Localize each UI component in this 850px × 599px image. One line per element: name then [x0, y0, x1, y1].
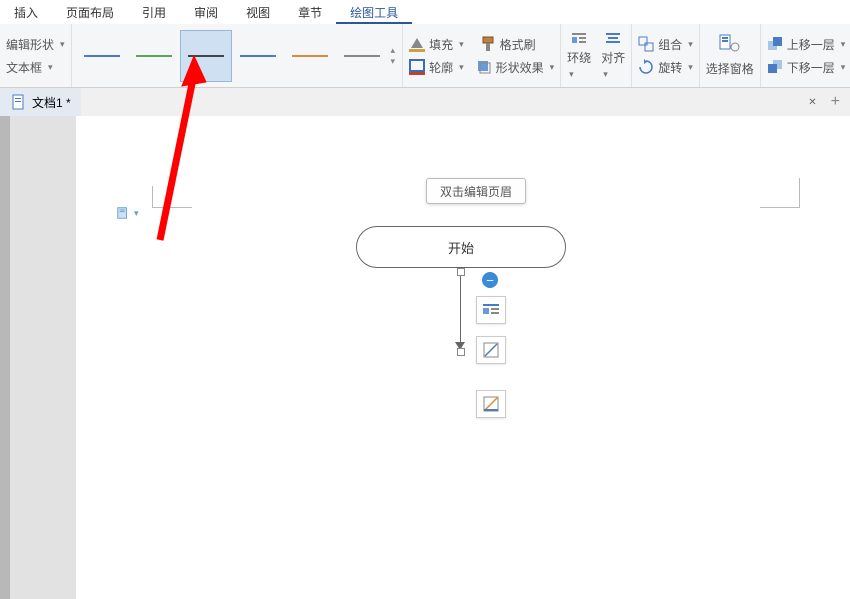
style-swatch-5[interactable]: [284, 30, 336, 82]
tab-layout[interactable]: 页面布局: [52, 0, 128, 24]
ribbon: 编辑形状▾ 文本框▾ ▴ ▾ 填充▾ 格式刷 轮廓▾: [0, 24, 850, 88]
style-swatch-1[interactable]: [76, 30, 128, 82]
doc-tab-add[interactable]: +: [821, 93, 850, 111]
ribbon-group-order: 上移一层▾ 下移一层▾: [761, 24, 850, 87]
tab-reference[interactable]: 引用: [128, 0, 180, 24]
select-pane-icon: [719, 34, 741, 54]
doc-tab-name: 文档1 *: [32, 94, 71, 111]
bring-forward-button[interactable]: 上移一层: [787, 36, 835, 53]
workspace: ▾ 双击编辑页眉 开始 −: [0, 116, 850, 599]
select-pane-button[interactable]: 选择窗格: [706, 60, 754, 77]
menu-tabs: 插入 页面布局 引用 审阅 视图 章节 绘图工具: [0, 0, 850, 24]
page-gutter: [0, 116, 76, 599]
outline-icon: [409, 59, 425, 75]
layout-option-behind[interactable]: [476, 390, 506, 418]
format-painter-button[interactable]: 格式刷: [500, 36, 536, 53]
header-margin-right: [760, 178, 800, 208]
tab-insert[interactable]: 插入: [0, 0, 52, 24]
wrap-button[interactable]: 环绕▾: [567, 31, 591, 80]
page-canvas[interactable]: ▾ 双击编辑页眉 开始 −: [76, 116, 850, 599]
fill-icon: [409, 36, 425, 52]
rotate-button[interactable]: 旋转: [658, 59, 682, 76]
rotate-icon: [638, 59, 654, 75]
shape-effect-icon: [476, 59, 492, 75]
tab-review[interactable]: 审阅: [180, 0, 232, 24]
send-backward-icon: [767, 59, 783, 75]
ribbon-group-arrange: 环绕▾ 对齐▾: [561, 24, 632, 87]
style-swatch-3[interactable]: [180, 30, 232, 82]
tab-view[interactable]: 视图: [232, 0, 284, 24]
ribbon-group-shape: 编辑形状▾ 文本框▾: [0, 24, 72, 87]
group-icon: [638, 36, 654, 52]
style-gallery: ▴ ▾: [76, 30, 399, 82]
style-swatch-6[interactable]: [336, 30, 388, 82]
header-margin-left: [152, 186, 192, 208]
header-edit-banner[interactable]: 双击编辑页眉: [426, 178, 526, 204]
ribbon-group-selection: 选择窗格: [700, 24, 761, 87]
send-backward-button[interactable]: 下移一层: [787, 59, 835, 76]
align-button[interactable]: 对齐▾: [601, 31, 625, 80]
bring-forward-icon: [767, 36, 783, 52]
doc-tab[interactable]: 文档1 *: [0, 88, 81, 116]
gallery-down-icon[interactable]: ▾: [391, 56, 396, 67]
connector-line[interactable]: [460, 276, 461, 344]
flow-start-node[interactable]: 开始: [356, 226, 566, 268]
text-box-button[interactable]: 文本框▾: [6, 59, 65, 76]
style-swatch-2[interactable]: [128, 30, 180, 82]
layout-option-front[interactable]: [476, 336, 506, 364]
style-swatch-4[interactable]: [232, 30, 284, 82]
layout-options: [476, 296, 506, 418]
outline-button[interactable]: 轮廓: [429, 59, 453, 76]
document-icon: [10, 94, 26, 110]
shape-effect-button[interactable]: 形状效果: [496, 59, 544, 76]
group-button[interactable]: 组合: [658, 36, 682, 53]
collapse-badge[interactable]: −: [482, 272, 498, 288]
format-painter-icon: [480, 36, 496, 52]
fill-button[interactable]: 填充: [429, 36, 453, 53]
doc-tab-bar: 文档1 * ✕ +: [0, 88, 850, 116]
connector-end-handle[interactable]: [457, 348, 465, 356]
edit-shape-button[interactable]: 编辑形状▾: [6, 36, 65, 53]
tab-chapter[interactable]: 章节: [284, 0, 336, 24]
ribbon-group-rotate: 组合▾ 旋转▾: [632, 24, 700, 87]
doc-tab-close[interactable]: ✕: [804, 97, 820, 108]
wrap-icon: [571, 31, 587, 47]
gallery-up-icon[interactable]: ▴: [391, 45, 396, 56]
ribbon-group-format: 填充▾ 格式刷 轮廓▾ 形状效果▾: [403, 24, 561, 87]
tab-drawing-tools[interactable]: 绘图工具: [336, 0, 412, 24]
header-anchor-icon: ▾: [116, 206, 139, 220]
align-icon: [605, 31, 621, 47]
connector-start-handle[interactable]: [457, 268, 465, 276]
layout-option-inline[interactable]: [476, 296, 506, 324]
ribbon-group-styles: ▴ ▾: [72, 24, 404, 87]
